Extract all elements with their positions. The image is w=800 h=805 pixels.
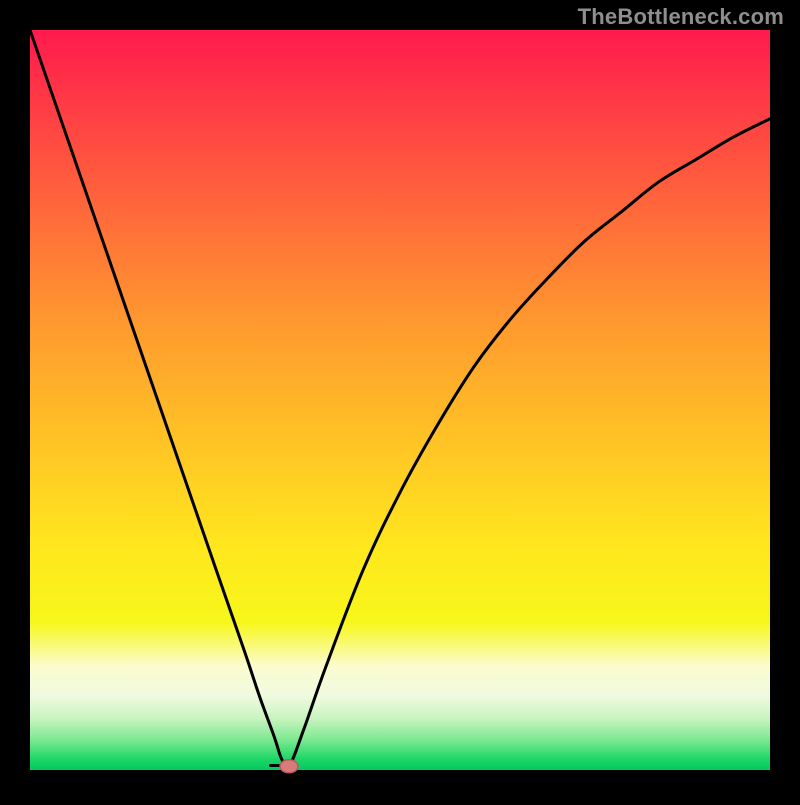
watermark-text: TheBottleneck.com bbox=[578, 4, 784, 30]
chart-frame: { "watermark": { "text": "TheBottleneck.… bbox=[0, 0, 800, 800]
bottleneck-chart bbox=[0, 0, 800, 800]
optimal-point-marker bbox=[280, 760, 298, 773]
plot-background bbox=[30, 30, 770, 770]
